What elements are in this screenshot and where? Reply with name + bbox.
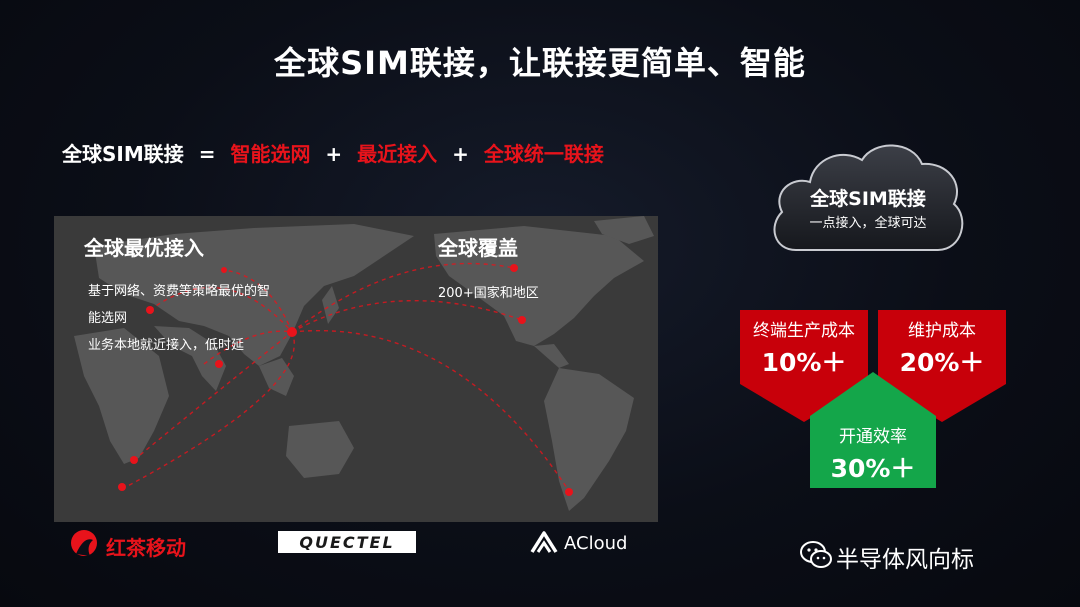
benefit-value-3: 30%＋ (830, 454, 916, 483)
formula: 全球SIM联接 = 智能选网 + 最近接入 + 全球统一联接 (62, 138, 604, 167)
map-heading-optimal-access: 全球最优接入 (84, 236, 204, 260)
cloud-subtitle: 一点接入，全球可达 (809, 216, 927, 231)
map-text-coverage: 200+国家和地区 (438, 286, 539, 301)
watermark-text: 半导体风向标 (836, 547, 974, 573)
benefit-label-3: 开通效率 (839, 427, 907, 447)
benefit-label-2: 维护成本 (908, 321, 976, 341)
slide-title: 全球SIM联接，让联接更简单、智能 (274, 44, 806, 82)
map-text-line-2: 能选网 (88, 311, 128, 326)
formula-equals: = (198, 142, 216, 166)
map-text-line-1: 基于网络、资费等策略最优的智 (88, 284, 271, 299)
logo-quectel-text: QUECTEL (299, 533, 395, 552)
formula-plus-2: + (452, 142, 469, 166)
logo-redtea: 红茶移动 (68, 528, 188, 562)
world-map-graphic (74, 216, 654, 511)
formula-part-unified-connection: 全球统一联接 (483, 142, 604, 166)
wechat-icon (800, 541, 832, 568)
formula-part-nearest-access: 最近接入 (357, 142, 438, 166)
formula-left: 全球SIM联接 (62, 142, 184, 166)
logo-acloud: ACloud (528, 528, 638, 558)
world-map: 全球最优接入 基于网络、资费等策略最优的智 能选网 业务本地就近接入，低时延 全… (54, 216, 658, 522)
formula-part-smart-selection: 智能选网 (230, 142, 311, 166)
map-heading-global-coverage: 全球覆盖 (438, 236, 518, 260)
map-text-line-3: 业务本地就近接入，低时延 (88, 338, 245, 353)
logo-acloud-text: ACloud (564, 533, 628, 554)
logo-redtea-text: 红茶移动 (106, 536, 186, 560)
redtea-icon (71, 530, 97, 556)
cloud-title: 全球SIM联接 (810, 188, 926, 210)
logo-quectel: QUECTEL (278, 531, 416, 553)
acloud-icon (530, 531, 558, 553)
benefit-label-1: 终端生产成本 (753, 321, 855, 341)
formula-plus-1: + (325, 142, 343, 166)
